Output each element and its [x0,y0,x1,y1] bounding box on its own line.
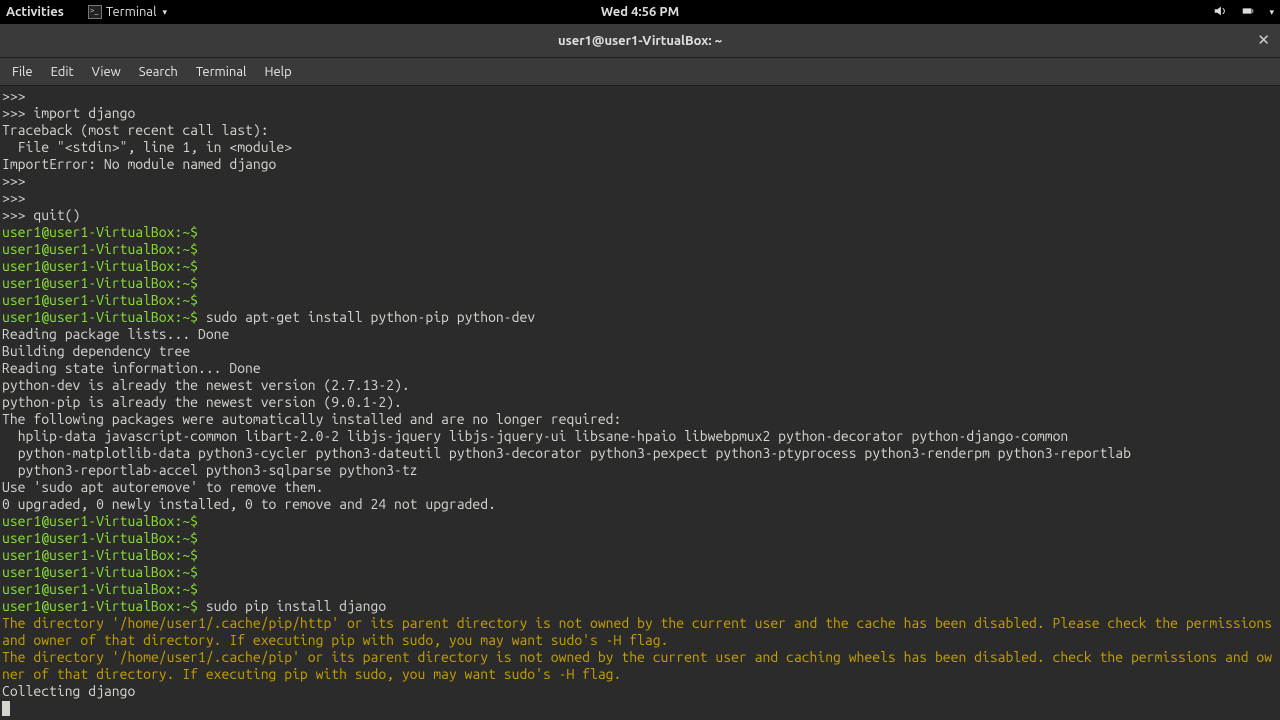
terminal-line: >>> [2,173,1278,190]
shell-prompt: user1@user1-VirtualBox:~$ [2,275,206,291]
volume-icon[interactable] [1213,4,1227,21]
menu-edit[interactable]: Edit [51,65,74,79]
terminal-cursor [2,701,10,716]
shell-prompt: user1@user1-VirtualBox:~$ [2,564,206,580]
terminal-line: python-dev is already the newest version… [2,377,1278,394]
terminal-line: user1@user1-VirtualBox:~$ [2,530,1278,547]
terminal-line: user1@user1-VirtualBox:~$ [2,241,1278,258]
chevron-down-icon: ▾ [163,7,168,18]
terminal-line: >>> [2,88,1278,105]
terminal-line: python-pip is already the newest version… [2,394,1278,411]
terminal-cursor-line [2,700,1278,717]
activities-button[interactable]: Activities [6,5,64,19]
terminal-line: python3-reportlab-accel python3-sqlparse… [2,462,1278,479]
menu-help[interactable]: Help [264,65,291,79]
terminal-line: File "<stdin>", line 1, in <module> [2,139,1278,156]
terminal-output[interactable]: >>> >>> import djangoTraceback (most rec… [0,86,1280,720]
terminal-line: Reading state information... Done [2,360,1278,377]
terminal-line: >>> [2,190,1278,207]
window-titlebar: user1@user1-VirtualBox: ~ ✕ [0,24,1280,58]
menubar: File Edit View Search Terminal Help [0,58,1280,86]
terminal-line: user1@user1-VirtualBox:~$ [2,258,1278,275]
terminal-line: The following packages were automaticall… [2,411,1278,428]
terminal-icon [88,5,102,19]
menu-search[interactable]: Search [139,65,178,79]
close-icon[interactable]: ✕ [1257,31,1270,49]
shell-prompt: user1@user1-VirtualBox:~$ [2,513,206,529]
shell-command: sudo apt-get install python-pip python-d… [206,309,535,325]
shell-prompt: user1@user1-VirtualBox:~$ [2,241,206,257]
terminal-line: Building dependency tree [2,343,1278,360]
terminal-line: python-matplotlib-data python3-cycler py… [2,445,1278,462]
terminal-line: Use 'sudo apt autoremove' to remove them… [2,479,1278,496]
terminal-line: hplip-data javascript-common libart-2.0-… [2,428,1278,445]
shell-prompt: user1@user1-VirtualBox:~$ [2,581,206,597]
shell-prompt: user1@user1-VirtualBox:~$ [2,547,206,563]
terminal-line: The directory '/home/user1/.cache/pip' o… [2,649,1278,683]
terminal-line: user1@user1-VirtualBox:~$ [2,547,1278,564]
topbar-app-name: Terminal [106,5,157,19]
terminal-line: user1@user1-VirtualBox:~$ sudo pip insta… [2,598,1278,615]
shell-prompt: user1@user1-VirtualBox:~$ [2,224,206,240]
system-menu-caret-icon[interactable]: ▾ [1269,7,1274,18]
gnome-topbar: Activities Terminal ▾ Wed 4:56 PM ▾ [0,0,1280,24]
terminal-line: user1@user1-VirtualBox:~$ [2,513,1278,530]
shell-command: sudo pip install django [206,598,386,614]
terminal-line: Collecting django [2,683,1278,700]
terminal-line: user1@user1-VirtualBox:~$ [2,581,1278,598]
shell-prompt: user1@user1-VirtualBox:~$ [2,530,206,546]
terminal-line: user1@user1-VirtualBox:~$ [2,564,1278,581]
terminal-line: >>> import django [2,105,1278,122]
menu-view[interactable]: View [92,65,121,79]
window-title: user1@user1-VirtualBox: ~ [558,34,722,48]
terminal-line: user1@user1-VirtualBox:~$ [2,292,1278,309]
menu-terminal[interactable]: Terminal [196,65,247,79]
battery-icon[interactable] [1241,4,1255,21]
terminal-line: user1@user1-VirtualBox:~$ sudo apt-get i… [2,309,1278,326]
shell-prompt: user1@user1-VirtualBox:~$ [2,309,206,325]
terminal-line: Reading package lists... Done [2,326,1278,343]
shell-prompt: user1@user1-VirtualBox:~$ [2,292,206,308]
terminal-line: 0 upgraded, 0 newly installed, 0 to remo… [2,496,1278,513]
terminal-line: Traceback (most recent call last): [2,122,1278,139]
topbar-clock[interactable]: Wed 4:56 PM [601,5,679,19]
topbar-app-indicator[interactable]: Terminal ▾ [88,5,167,19]
terminal-line: >>> quit() [2,207,1278,224]
shell-prompt: user1@user1-VirtualBox:~$ [2,598,206,614]
terminal-line: The directory '/home/user1/.cache/pip/ht… [2,615,1278,649]
terminal-line: ImportError: No module named django [2,156,1278,173]
terminal-line: user1@user1-VirtualBox:~$ [2,275,1278,292]
menu-file[interactable]: File [12,65,33,79]
shell-prompt: user1@user1-VirtualBox:~$ [2,258,206,274]
terminal-line: user1@user1-VirtualBox:~$ [2,224,1278,241]
